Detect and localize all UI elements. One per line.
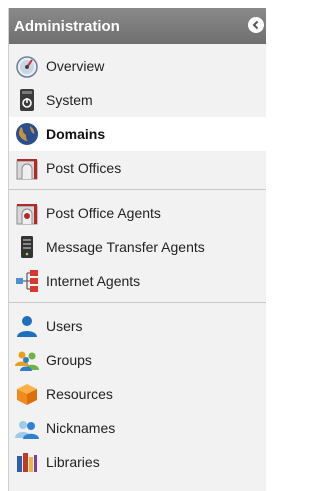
nav-item-label: Internet Agents (46, 273, 141, 289)
nav-item-label: Groups (46, 352, 92, 368)
nav-item-label: Message Transfer Agents (46, 239, 205, 255)
collapse-panel-button[interactable] (248, 17, 264, 33)
nav-item-users[interactable]: Users (9, 309, 266, 343)
nav-group-system: Overview System Domains Post Offices (9, 49, 266, 185)
group-divider (9, 189, 266, 190)
nav-item-overview[interactable]: Overview (9, 49, 266, 83)
network-hierarchy-icon (14, 268, 40, 294)
nav-item-label: System (46, 92, 93, 108)
dashboard-gauge-icon (14, 53, 40, 79)
chevron-left-icon (252, 20, 259, 30)
group-divider (9, 302, 266, 303)
nav-item-resources[interactable]: Resources (9, 377, 266, 411)
server-power-icon (14, 87, 40, 113)
globe-icon (14, 121, 40, 147)
user-icon (14, 313, 40, 339)
server-tower-icon (14, 234, 40, 260)
nav-item-internet-agents[interactable]: Internet Agents (9, 264, 266, 298)
nav-item-message-transfer-agents[interactable]: Message Transfer Agents (9, 230, 266, 264)
panel-title: Administration (14, 17, 120, 35)
nav-item-label: Users (46, 318, 83, 334)
panel-header: Administration (9, 8, 266, 44)
nav-item-label: Overview (46, 58, 105, 74)
nav-item-nicknames[interactable]: Nicknames (9, 411, 266, 445)
nav-item-post-office-agents[interactable]: Post Office Agents (9, 196, 266, 230)
nav-item-label: Resources (46, 386, 113, 402)
nav-item-label: Post Office Agents (46, 205, 161, 221)
nav-group-agents: Post Office Agents Message Transfer Agen… (9, 196, 266, 298)
nav-group-directory: Users Groups Resources Nicknames Librari… (9, 309, 266, 479)
nav-item-groups[interactable]: Groups (9, 343, 266, 377)
admin-nav-panel: Administration Overview System Domains P… (8, 8, 266, 491)
nav-item-domains[interactable]: Domains (9, 117, 266, 151)
post-office-icon (14, 155, 40, 181)
nav-item-label: Libraries (46, 454, 100, 470)
nav-item-post-offices[interactable]: Post Offices (9, 151, 266, 185)
nav-item-label: Nicknames (46, 420, 116, 436)
nav-item-label: Post Offices (46, 160, 122, 176)
books-icon (14, 449, 40, 475)
nav-item-system[interactable]: System (9, 83, 266, 117)
nav-item-label: Domains (46, 126, 106, 142)
group-icon (14, 347, 40, 373)
nav-item-libraries[interactable]: Libraries (9, 445, 266, 479)
post-office-agent-icon (14, 200, 40, 226)
nickname-users-icon (14, 415, 40, 441)
resource-box-icon (14, 381, 40, 407)
